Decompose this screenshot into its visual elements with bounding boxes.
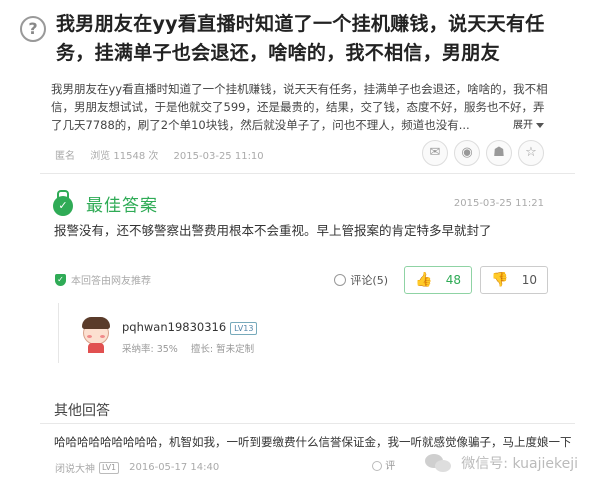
recommended-badge: ✓ 本回答由网友推荐 (55, 272, 151, 287)
best-answer-heading: ✓ 最佳答案 (52, 190, 158, 216)
share-bar: ✉ ◉ ☗ ☆ (422, 140, 544, 166)
best-answer-text: 报警没有，还不够警察出警费用根本不会重视。早上管报案的肯定特多早就封了 (54, 223, 492, 238)
question-meta: 匿名 浏览 11548 次 2015-03-25 11:10 (55, 147, 276, 162)
other-answers-heading: 其他回答 (54, 403, 110, 419)
other-comment-label: 评 (385, 461, 396, 472)
downvote-button[interactable]: 👎 10 (480, 266, 548, 294)
chevron-down-icon (536, 122, 544, 128)
qzone-icon[interactable]: ☗ (486, 140, 512, 166)
best-answer-time: 2015-03-25 11:21 (453, 198, 544, 209)
star-icon[interactable]: ☆ (518, 140, 544, 166)
best-answer-title: 最佳答案 (86, 195, 158, 216)
question-header: ? 我男朋友在yy看直播时知道了一个挂机赚钱，说天天有任务，挂满单子也会退还，啥… (20, 10, 580, 68)
answerer-stats: 采纳率: 35% 擅长: 暂未定制 (122, 341, 264, 355)
avatar[interactable] (79, 315, 113, 353)
other-answer-time: 2016-05-17 14:40 (129, 462, 220, 473)
answerer-name-row: pqhwan19830316 LV13 (122, 320, 258, 335)
comment-button[interactable]: 评论(5) (334, 272, 388, 288)
other-answer-meta: 闭说大神 LV1 2016-05-17 14:40 (55, 460, 219, 475)
adoption-rate: 采纳率: 35% (122, 344, 178, 355)
comment-icon (372, 461, 382, 471)
level-badge: LV1 (99, 461, 120, 474)
wechat-icon[interactable]: ✉ (422, 140, 448, 166)
answerer-name[interactable]: pqhwan19830316 (122, 320, 226, 334)
comment-label: 评论(5) (350, 274, 388, 287)
level-badge: LV13 (230, 322, 258, 335)
upvote-count: 48 (445, 273, 461, 287)
shield-icon: ✓ (55, 273, 66, 286)
question-description: 我男朋友在yy看直播时知道了一个挂机赚钱，说天天有任务，挂满单子也会退还，啥啥的… (51, 82, 548, 132)
divider (40, 173, 575, 174)
expand-button[interactable]: 展开 (513, 116, 544, 131)
answer-actions: 评论(5) 👍 48 👎 10 (334, 266, 548, 294)
watermark: 微信号: kuajiekeji (425, 452, 578, 474)
question-title: 我男朋友在yy看直播时知道了一个挂机赚钱，说天天有任务，挂满单子也会退还，啥啥的… (56, 13, 545, 64)
specialty: 擅长: 暂未定制 (190, 344, 255, 355)
weibo-icon[interactable]: ◉ (454, 140, 480, 166)
question-time: 2015-03-25 11:10 (173, 151, 264, 162)
downvote-count: 10 (521, 273, 537, 287)
comment-icon (334, 274, 347, 286)
answerer-card: pqhwan19830316 LV13 采纳率: 35% 擅长: 暂未定制 (58, 303, 573, 363)
upvote-button[interactable]: 👍 48 (404, 266, 472, 294)
wechat-logo-icon (425, 452, 453, 474)
medal-icon: ✓ (52, 190, 74, 216)
thumbs-down-icon: 👎 (491, 272, 509, 288)
question-views: 浏览 11548 次 (90, 151, 159, 162)
question-author[interactable]: 匿名 (55, 151, 75, 162)
expand-label: 展开 (513, 120, 533, 131)
question-mark-icon: ? (20, 16, 46, 42)
divider (40, 423, 575, 424)
other-answer-author[interactable]: 闭说大神 (55, 460, 95, 475)
other-comment-button[interactable]: 评 (372, 457, 395, 472)
other-answer-text: 哈哈哈哈哈哈哈哈哈，机智如我，一听到要缴费什么信誉保证金，我一听就感觉像骗子，马… (54, 435, 572, 449)
recommended-label: 本回答由网友推荐 (71, 276, 151, 287)
watermark-text: 微信号: kuajiekeji (461, 456, 578, 472)
thumbs-up-icon: 👍 (415, 272, 433, 288)
